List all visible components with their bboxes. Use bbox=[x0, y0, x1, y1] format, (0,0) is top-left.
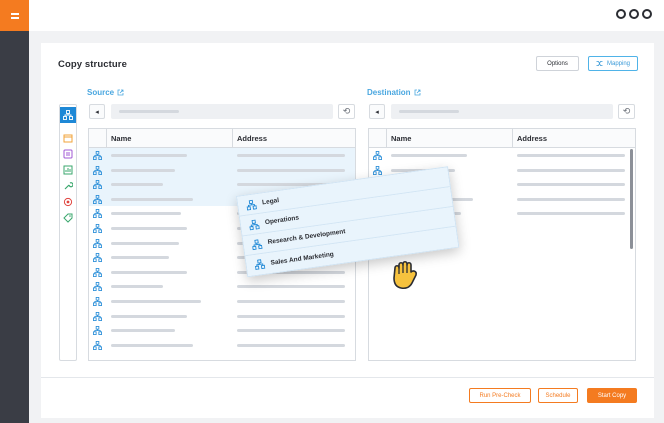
org-unit-icon bbox=[252, 238, 263, 250]
grab-hand-icon bbox=[393, 260, 417, 290]
destination-table-header: Name Address bbox=[369, 129, 635, 148]
org-unit-icon bbox=[93, 282, 102, 292]
org-unit-icon bbox=[93, 340, 102, 350]
source-label: Source bbox=[87, 88, 124, 97]
table-row[interactable] bbox=[89, 338, 355, 353]
drag-item-label: Sales And Marketing bbox=[270, 250, 335, 267]
source-path-input[interactable] bbox=[111, 104, 333, 119]
list-icon[interactable] bbox=[63, 146, 73, 159]
source-label-text: Source bbox=[87, 88, 115, 97]
schedule-label: Schedule bbox=[545, 392, 571, 399]
mapping-label: Mapping bbox=[606, 60, 630, 67]
org-unit-icon bbox=[93, 180, 102, 190]
drag-item-label: Legal bbox=[261, 197, 280, 207]
table-row[interactable] bbox=[89, 148, 355, 163]
org-unit-icon bbox=[93, 296, 102, 306]
drag-item-label: Operations bbox=[264, 214, 300, 227]
external-link-icon[interactable] bbox=[414, 89, 421, 96]
column-header-address[interactable]: Address bbox=[237, 134, 267, 143]
logo-icon bbox=[10, 12, 19, 19]
more-circles-icon[interactable] bbox=[616, 9, 652, 19]
org-unit-icon[interactable] bbox=[60, 107, 76, 123]
calendar-icon[interactable] bbox=[63, 130, 73, 143]
source-table-header: Name Address bbox=[89, 129, 355, 148]
org-unit-icon bbox=[93, 311, 102, 321]
org-unit-icon bbox=[249, 219, 260, 230]
table-row[interactable] bbox=[89, 323, 355, 338]
destination-back-button[interactable]: ◂ bbox=[369, 104, 385, 119]
source-refresh-button[interactable]: ⟲ bbox=[338, 104, 355, 119]
table-row[interactable] bbox=[369, 148, 635, 163]
org-unit-icon bbox=[93, 238, 102, 248]
mapping-button[interactable]: Mapping bbox=[588, 56, 638, 71]
start-copy-button[interactable]: Start Copy bbox=[587, 388, 637, 403]
refresh-icon: ⟲ bbox=[342, 106, 351, 116]
options-label: Options bbox=[547, 60, 568, 67]
chart-icon[interactable] bbox=[63, 162, 73, 175]
chevron-left-icon: ◂ bbox=[375, 108, 379, 116]
chevron-left-icon: ◂ bbox=[95, 108, 99, 116]
org-unit-icon bbox=[254, 259, 266, 270]
column-header-address[interactable]: Address bbox=[517, 134, 547, 143]
org-unit-icon bbox=[93, 326, 102, 336]
top-bar bbox=[29, 0, 664, 31]
destination-label-text: Destination bbox=[367, 88, 411, 97]
app-logo[interactable] bbox=[0, 0, 29, 31]
org-unit-icon bbox=[93, 194, 102, 204]
tag-icon[interactable] bbox=[63, 210, 73, 223]
target-icon[interactable] bbox=[63, 194, 73, 207]
org-unit-icon bbox=[373, 165, 382, 175]
org-unit-icon bbox=[93, 253, 102, 263]
table-row[interactable] bbox=[89, 294, 355, 309]
left-rail bbox=[0, 0, 29, 423]
options-button[interactable]: Options bbox=[536, 56, 579, 71]
shuffle-icon bbox=[596, 61, 603, 66]
run-precheck-label: Run Pre-Check bbox=[479, 392, 521, 399]
start-copy-label: Start Copy bbox=[597, 392, 627, 399]
org-unit-icon bbox=[93, 209, 102, 219]
schedule-button[interactable]: Schedule bbox=[538, 388, 578, 403]
refresh-icon: ⟲ bbox=[622, 106, 631, 116]
destination-scrollbar[interactable] bbox=[630, 149, 633, 249]
org-unit-icon bbox=[93, 151, 102, 160]
org-unit-icon bbox=[93, 224, 102, 233]
external-link-icon[interactable] bbox=[117, 89, 124, 96]
table-row[interactable] bbox=[89, 162, 355, 178]
wrench-icon[interactable] bbox=[63, 178, 74, 190]
destination-label: Destination bbox=[367, 88, 421, 97]
table-row[interactable] bbox=[89, 279, 355, 294]
org-unit-icon bbox=[93, 267, 102, 277]
table-row[interactable] bbox=[89, 309, 355, 324]
page-title: Copy structure bbox=[58, 59, 127, 70]
column-header-name[interactable]: Name bbox=[391, 134, 411, 143]
source-back-button[interactable]: ◂ bbox=[89, 104, 105, 119]
object-type-bar bbox=[59, 104, 77, 361]
org-unit-icon bbox=[373, 151, 382, 160]
org-unit-icon bbox=[246, 199, 257, 211]
footer-divider bbox=[41, 377, 654, 378]
destination-path-input[interactable] bbox=[391, 104, 613, 119]
run-precheck-button[interactable]: Run Pre-Check bbox=[469, 388, 531, 403]
column-header-name[interactable]: Name bbox=[111, 134, 131, 143]
org-unit-icon bbox=[93, 165, 102, 175]
destination-refresh-button[interactable]: ⟲ bbox=[618, 104, 635, 119]
